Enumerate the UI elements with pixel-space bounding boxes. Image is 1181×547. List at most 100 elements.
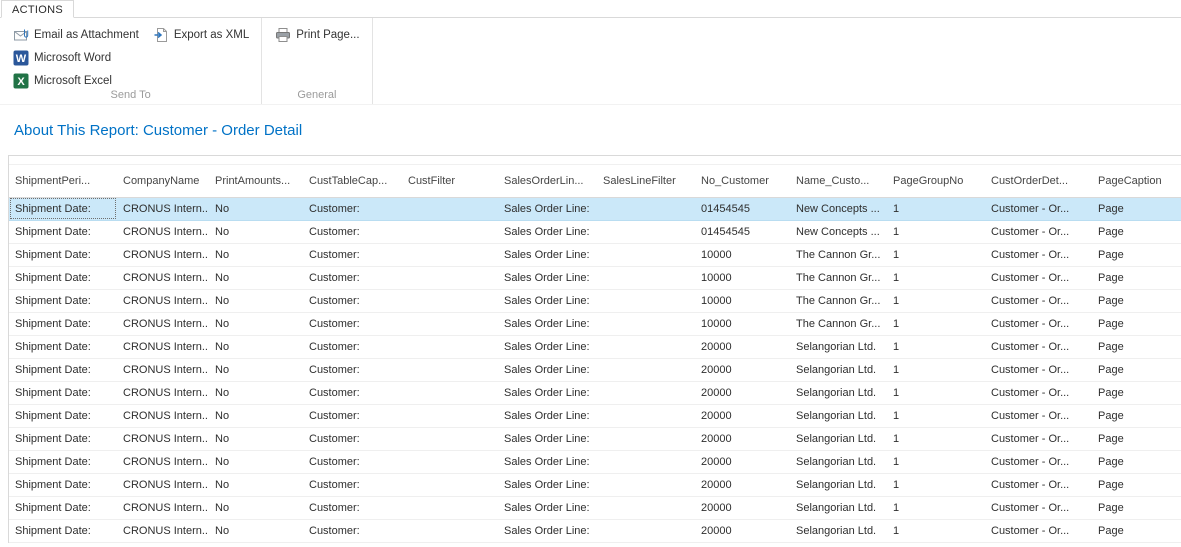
table-row[interactable]: Shipment Date: CRONUS Intern... No Customer… [9, 243, 1181, 267]
column-header-cust-table-caption[interactable]: CustTableCap... [303, 165, 402, 198]
table-row[interactable]: Shipment Date: CRONUS Intern... No Customer… [9, 496, 1181, 520]
cell-page-caption: Page [1092, 519, 1181, 543]
cell-print-amounts: No [209, 358, 303, 382]
column-header-page-caption[interactable]: PageCaption [1092, 165, 1181, 198]
table-row[interactable]: Shipment Date: CRONUS Intern... No Customer… [9, 266, 1181, 290]
cell-sales-line-filter [597, 335, 695, 359]
cell-cust-table-caption: Customer: [303, 427, 402, 451]
table-row[interactable]: Shipment Date: CRONUS Intern... No Customer… [9, 427, 1181, 451]
cell-cust-filter [402, 519, 498, 543]
cell-company-name: CRONUS Intern... [117, 473, 209, 497]
cell-sales-line-filter [597, 243, 695, 267]
cell-no-customer: 10000 [695, 312, 790, 336]
cell-page-caption: Page [1092, 381, 1181, 405]
column-header-print-amounts[interactable]: PrintAmounts... [209, 165, 303, 198]
button-label: Print Page... [296, 29, 360, 41]
svg-text:W: W [16, 53, 27, 65]
cell-company-name: CRONUS Intern... [117, 335, 209, 359]
cell-name-customer: The Cannon Gr... [790, 289, 887, 313]
table-row[interactable]: Shipment Date: CRONUS Intern... No Customer… [9, 404, 1181, 428]
cell-sales-order-line: Sales Order Line: [498, 473, 597, 497]
cell-shipment-period: Shipment Date: [9, 289, 117, 313]
table-row[interactable]: Shipment Date: CRONUS Intern... No Customer… [9, 381, 1181, 405]
cell-page-caption: Page [1092, 496, 1181, 520]
cell-cust-filter [402, 381, 498, 405]
cell-sales-line-filter [597, 220, 695, 244]
column-header-sales-order-line[interactable]: SalesOrderLin... [498, 165, 597, 198]
cell-page-caption: Page [1092, 335, 1181, 359]
column-header-name-customer[interactable]: Name_Custo... [790, 165, 887, 198]
table-row[interactable]: Shipment Date: CRONUS Intern... No Customer… [9, 519, 1181, 543]
cell-cust-table-caption: Customer: [303, 220, 402, 244]
table-row[interactable]: Shipment Date: CRONUS Intern... No Customer… [9, 473, 1181, 497]
cell-cust-filter [402, 243, 498, 267]
cell-print-amounts: No [209, 473, 303, 497]
cell-shipment-period: Shipment Date: [9, 266, 117, 290]
cell-cust-order-detail: Customer - Or... [985, 496, 1092, 520]
cell-sales-order-line: Sales Order Line: [498, 381, 597, 405]
cell-sales-line-filter [597, 404, 695, 428]
column-header-no-customer[interactable]: No_Customer [695, 165, 790, 198]
cell-page-caption: Page [1092, 473, 1181, 497]
cell-cust-filter [402, 358, 498, 382]
cell-no-customer: 20000 [695, 427, 790, 451]
cell-cust-order-detail: Customer - Or... [985, 519, 1092, 543]
button-label: Email as Attachment [34, 29, 139, 41]
cell-cust-table-caption: Customer: [303, 473, 402, 497]
cell-cust-order-detail: Customer - Or... [985, 381, 1092, 405]
column-header-shipment-period[interactable]: ShipmentPeri... [9, 165, 117, 198]
cell-cust-order-detail: Customer - Or... [985, 266, 1092, 290]
cell-sales-order-line: Sales Order Line: [498, 427, 597, 451]
cell-cust-table-caption: Customer: [303, 266, 402, 290]
cell-page-group-no: 1 [887, 289, 985, 313]
grid-body: Shipment Date: CRONUS Intern... No Customer… [9, 197, 1181, 543]
cell-print-amounts: No [209, 243, 303, 267]
cell-shipment-period: Shipment Date: [9, 358, 117, 382]
cell-name-customer: Selangorian Ltd. [790, 473, 887, 497]
cell-cust-table-caption: Customer: [303, 519, 402, 543]
microsoft-word-button[interactable]: W Microsoft Word [13, 50, 139, 66]
cell-cust-filter [402, 496, 498, 520]
cell-page-group-no: 1 [887, 197, 985, 221]
table-row[interactable]: Shipment Date: CRONUS Intern... No Customer… [9, 312, 1181, 336]
cell-cust-order-detail: Customer - Or... [985, 450, 1092, 474]
cell-sales-line-filter [597, 312, 695, 336]
cell-cust-filter [402, 289, 498, 313]
cell-sales-order-line: Sales Order Line: [498, 496, 597, 520]
table-row[interactable]: Shipment Date: CRONUS Intern... No Customer… [9, 220, 1181, 244]
column-header-page-group-no[interactable]: PageGroupNo [887, 165, 985, 198]
cell-page-group-no: 1 [887, 427, 985, 451]
microsoft-excel-button[interactable]: X Microsoft Excel [13, 73, 139, 89]
cell-sales-order-line: Sales Order Line: [498, 266, 597, 290]
table-row[interactable]: Shipment Date: CRONUS Intern... No Customer… [9, 289, 1181, 313]
tab-actions[interactable]: ACTIONS [1, 0, 74, 18]
table-row[interactable]: Shipment Date: CRONUS Intern... No Customer… [9, 335, 1181, 359]
export-as-xml-button[interactable]: Export as XML [153, 27, 249, 43]
cell-page-caption: Page [1092, 358, 1181, 382]
column-header-cust-filter[interactable]: CustFilter [402, 165, 498, 198]
cell-shipment-period: Shipment Date: [9, 335, 117, 359]
email-as-attachment-button[interactable]: Email as Attachment [13, 27, 139, 43]
table-row[interactable]: Shipment Date: CRONUS Intern... No Customer… [9, 450, 1181, 474]
column-header-sales-line-filter[interactable]: SalesLineFilter [597, 165, 695, 198]
cell-name-customer: Selangorian Ltd. [790, 381, 887, 405]
cell-sales-order-line: Sales Order Line: [498, 404, 597, 428]
column-header-cust-order-detail[interactable]: CustOrderDet... [985, 165, 1092, 198]
table-row[interactable]: Shipment Date: CRONUS Intern... No Customer… [9, 197, 1181, 221]
cell-cust-filter [402, 335, 498, 359]
cell-no-customer: 20000 [695, 381, 790, 405]
cell-shipment-period: Shipment Date: [9, 243, 117, 267]
cell-cust-order-detail: Customer - Or... [985, 427, 1092, 451]
cell-cust-order-detail: Customer - Or... [985, 289, 1092, 313]
table-row[interactable]: Shipment Date: CRONUS Intern... No Customer… [9, 358, 1181, 382]
cell-cust-filter [402, 427, 498, 451]
print-page-button[interactable]: Print Page... [275, 27, 360, 43]
cell-cust-order-detail: Customer - Or... [985, 335, 1092, 359]
cell-shipment-period: Shipment Date: [9, 473, 117, 497]
column-header-company-name[interactable]: CompanyName [117, 165, 209, 198]
cell-sales-order-line: Sales Order Line: [498, 450, 597, 474]
cell-shipment-period: Shipment Date: [9, 496, 117, 520]
cell-page-group-no: 1 [887, 220, 985, 244]
print-icon [275, 27, 291, 43]
cell-print-amounts: No [209, 335, 303, 359]
